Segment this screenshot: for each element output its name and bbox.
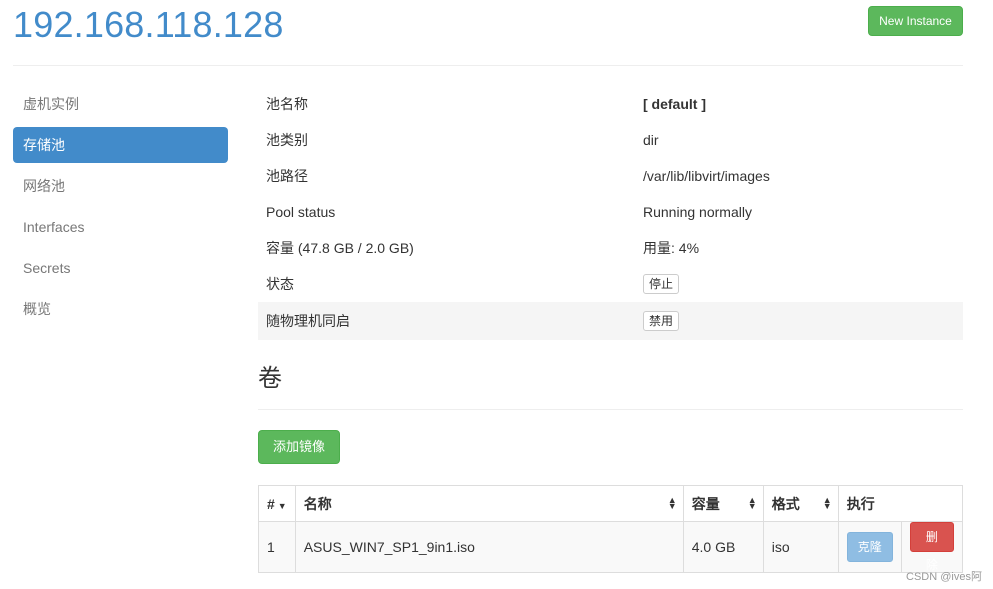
column-header-actions: 执行 (837, 485, 964, 522)
column-header-size[interactable]: 容量 ▲ ▼ (682, 485, 764, 522)
sidebar-item-instances[interactable]: 虚机实例 (13, 86, 228, 122)
pool-status-label: Pool status (266, 204, 336, 220)
pool-type-label: 池类别 (266, 132, 308, 148)
sidebar-item-storage-pools[interactable]: 存储池 (13, 127, 228, 163)
pool-autostart-row: 随物理机同启 禁用 (258, 302, 963, 340)
column-header-index[interactable]: # ▼ (258, 485, 296, 522)
pool-autostart-label: 随物理机同启 (266, 313, 350, 329)
new-instance-button[interactable]: New Instance (868, 6, 963, 36)
column-header-name[interactable]: 名称 ▲ ▼ (294, 485, 684, 522)
table-row: 1 ASUS_WIN7_SP1_9in1.iso 4.0 GB iso 克隆 删… (258, 521, 964, 573)
watermark: CSDN @ives阿 (906, 571, 982, 583)
pool-name-value: [ default ] (643, 96, 706, 112)
host-title: 192.168.118.128 (13, 4, 284, 45)
volume-size: 4.0 GB (682, 521, 764, 573)
pool-name-row: 池名称 [ default ] (258, 86, 963, 122)
pool-path-value: /var/lib/libvirt/images (643, 168, 770, 184)
pool-state-row: 状态 停止 (258, 266, 963, 302)
stop-pool-button[interactable]: 停止 (643, 274, 680, 294)
sidebar-nav: 虚机实例 存储池 网络池 Interfaces Secrets 概览 (13, 86, 228, 332)
pool-state-label: 状态 (266, 276, 294, 292)
pool-type-value: dir (643, 132, 659, 148)
volume-index: 1 (258, 521, 296, 573)
pool-capacity-label: 容量 (47.8 GB / 2.0 GB) (266, 240, 414, 256)
volumes-divider (258, 409, 963, 410)
pool-info: 池名称 [ default ] 池类别 dir 池路径 /var/lib/lib… (258, 86, 963, 340)
pool-capacity-row: 容量 (47.8 GB / 2.0 GB) 用量: 4% (258, 230, 963, 266)
sidebar-item-interfaces[interactable]: Interfaces (13, 209, 228, 245)
pool-name-label: 池名称 (266, 96, 308, 112)
sort-icon: ▲ ▼ (822, 495, 832, 511)
volume-format: iso (762, 521, 839, 573)
delete-volume-button[interactable]: 删除 (909, 522, 954, 572)
sidebar-item-network-pools[interactable]: 网络池 (13, 168, 228, 204)
sidebar-item-secrets[interactable]: Secrets (13, 250, 228, 286)
sort-icon: ▲ ▼ (747, 495, 757, 511)
clone-volume-button[interactable]: 克隆 (846, 532, 893, 562)
volumes-header-row: # ▼ 名称 ▲ ▼ 容量 ▲ ▼ 格式 ▲ ▼ 执行 (258, 485, 964, 522)
add-image-button[interactable]: 添加镜像 (258, 430, 340, 464)
disable-autostart-button[interactable]: 禁用 (643, 311, 680, 331)
pool-usage-value: 用量: 4% (643, 240, 700, 256)
volume-name: ASUS_WIN7_SP1_9in1.iso (294, 521, 684, 573)
pool-path-row: 池路径 /var/lib/libvirt/images (258, 158, 963, 194)
header-divider (13, 65, 963, 66)
volumes-title: 卷 (258, 365, 282, 392)
sort-desc-icon: ▼ (277, 500, 287, 511)
pool-status-row: Pool status Running normally (258, 194, 963, 230)
column-header-format[interactable]: 格式 ▲ ▼ (762, 485, 839, 522)
sort-icon: ▲ ▼ (667, 495, 677, 511)
pool-type-row: 池类别 dir (258, 122, 963, 158)
sidebar-item-overview[interactable]: 概览 (13, 291, 228, 327)
volumes-table: # ▼ 名称 ▲ ▼ 容量 ▲ ▼ 格式 ▲ ▼ 执行 1 ASUS_WIN7_SP1_9in… (258, 485, 964, 573)
pool-status-value: Running normally (643, 204, 752, 220)
pool-path-label: 池路径 (266, 168, 308, 184)
